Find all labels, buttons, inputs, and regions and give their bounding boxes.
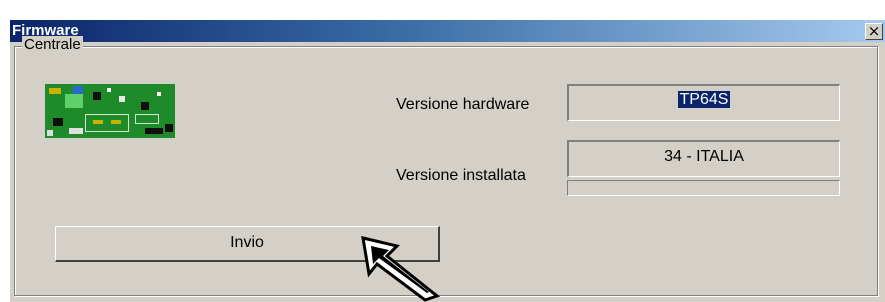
installed-version-field: 34 - ITALIA [567, 140, 840, 177]
installed-version-value: 34 - ITALIA [664, 148, 744, 165]
hardware-version-field: TP64S [567, 84, 840, 121]
send-button-label: Invio [230, 234, 264, 251]
circuit-board-icon [45, 84, 175, 138]
mouse-pointer-icon [361, 236, 441, 302]
close-button[interactable]: × [865, 23, 883, 40]
install-progress-bar [567, 180, 840, 196]
groupbox-label: Centrale [22, 36, 83, 53]
title-bar[interactable]: Firmware × [10, 20, 885, 42]
close-icon: × [867, 22, 881, 40]
installed-version-label: Versione installata [396, 167, 526, 184]
hardware-version-value: TP64S [677, 91, 731, 108]
hardware-version-label: Versione hardware [396, 96, 530, 113]
